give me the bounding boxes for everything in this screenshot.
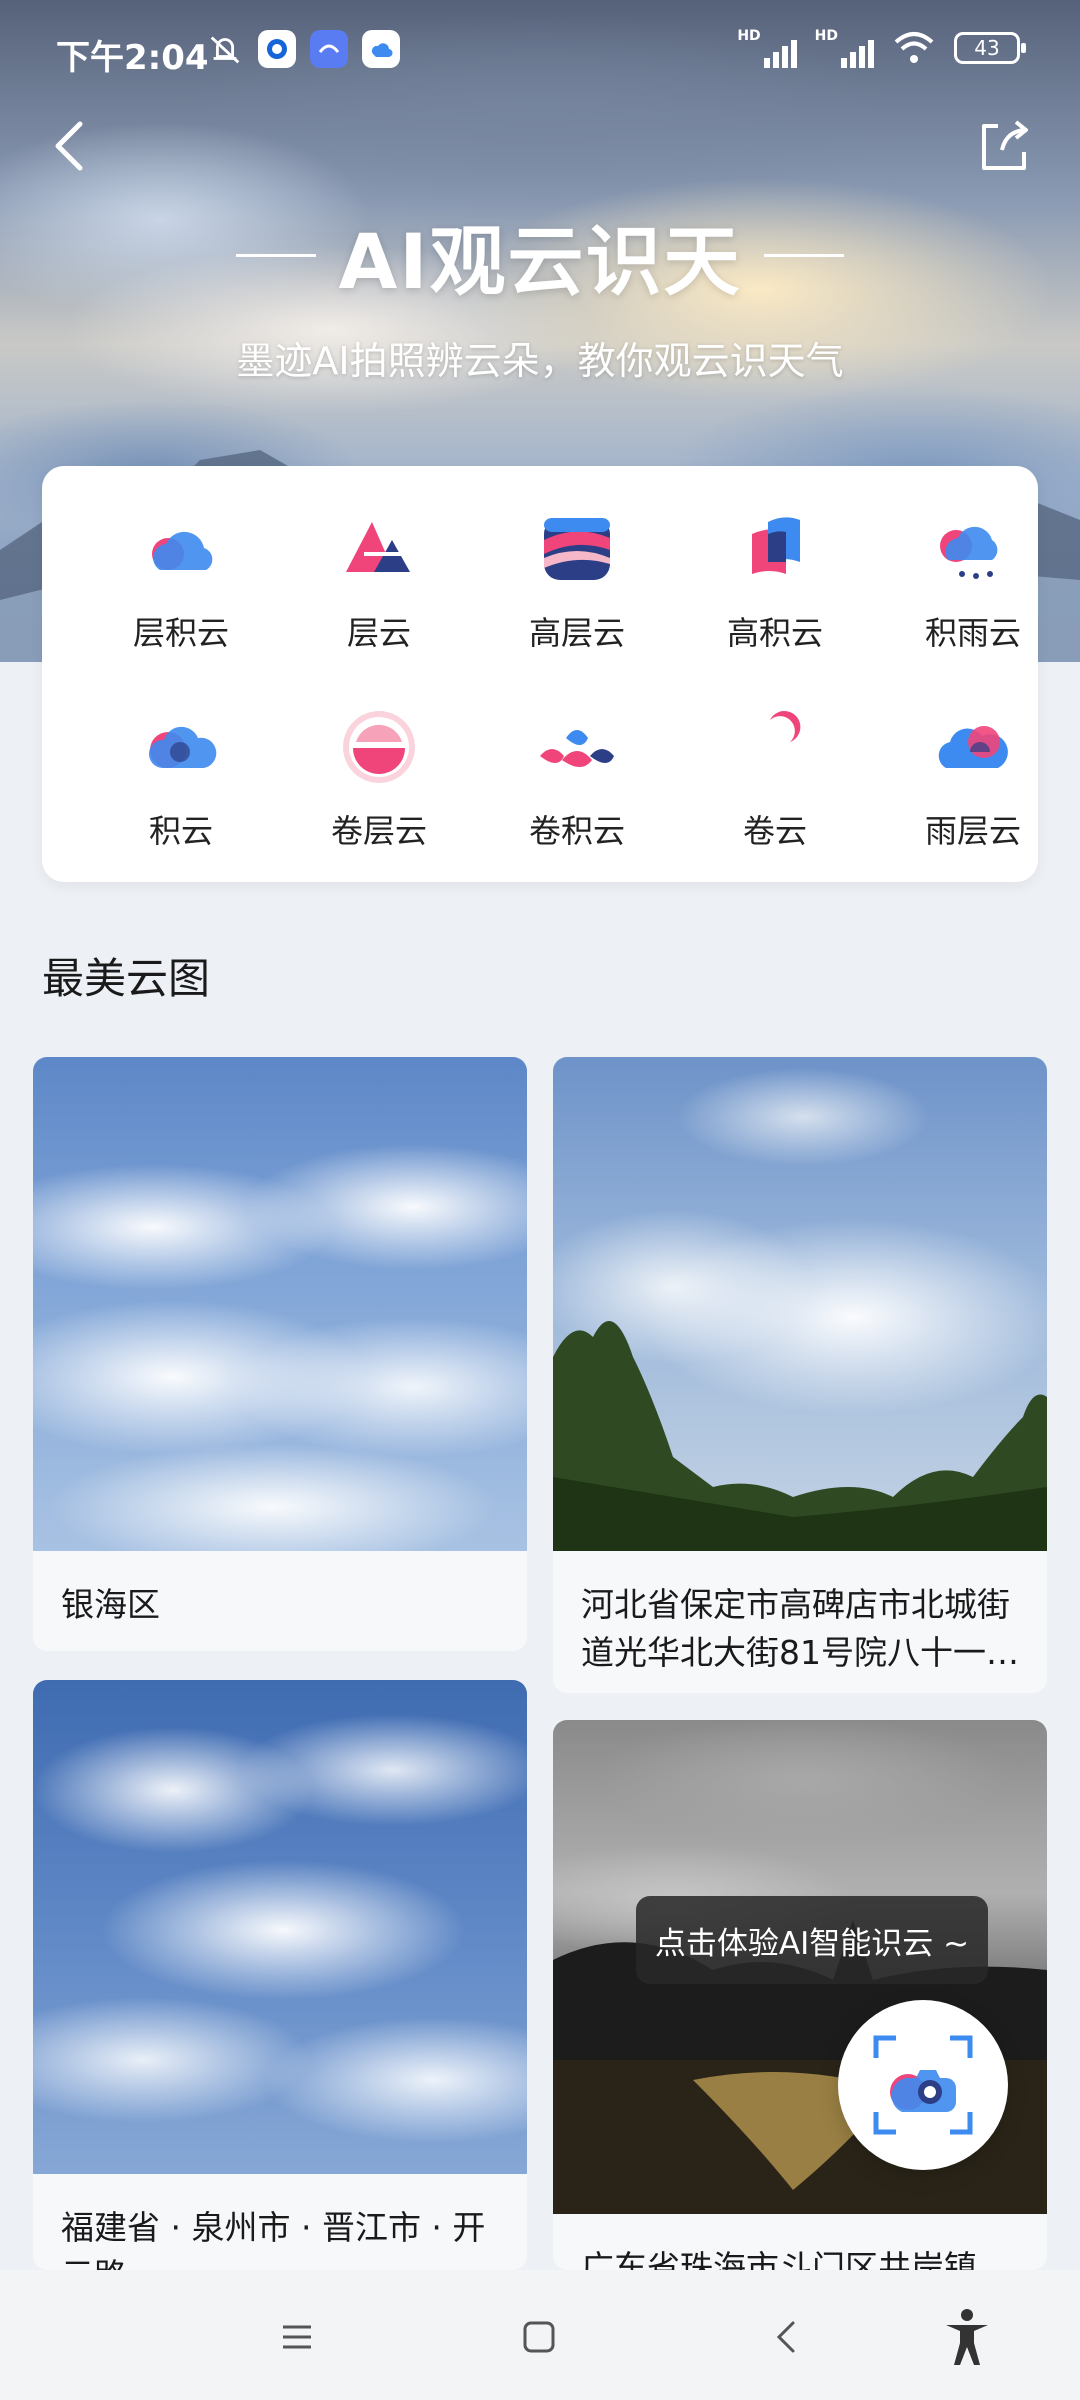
app-notification-icon	[258, 30, 296, 68]
camera-scan-icon	[873, 2035, 973, 2135]
stratus-icon	[346, 522, 410, 572]
photo-card[interactable]: 福建省 · 泉州市 · 晋江市 · 开元路	[33, 1680, 527, 2270]
title-divider	[236, 253, 317, 257]
cloud-photo	[553, 1057, 1047, 1551]
ai-camera-button[interactable]	[838, 2000, 1008, 2170]
cirrostratus-icon	[343, 711, 415, 783]
stratocumulus-icon	[152, 531, 213, 570]
menu-icon	[283, 2325, 311, 2349]
signal-icon: HD	[815, 28, 874, 68]
wifi-icon	[894, 32, 934, 63]
nimbostratus-icon	[938, 726, 1008, 768]
home-square-icon	[523, 2321, 555, 2353]
photo-caption: 福建省 · 泉州市 · 晋江市 · 开元路	[61, 2208, 486, 2270]
title-divider	[763, 253, 844, 257]
cloud-photo	[33, 1680, 527, 2174]
system-nav-bar	[0, 2270, 1080, 2400]
status-time: 下午2:04	[56, 38, 209, 78]
menu-button[interactable]	[262, 2302, 332, 2372]
page-title: AI观云识天	[0, 200, 1080, 310]
share-icon	[982, 120, 1028, 170]
accessibility-button[interactable]	[932, 2302, 1002, 2372]
gallery-title: 最美云图	[42, 954, 211, 1003]
cloud-type-cumulonimbus[interactable]: 积雨云	[888, 504, 1058, 674]
cumulus-icon	[148, 726, 217, 768]
cloud-type-cumulus[interactable]: 积云	[96, 702, 266, 872]
signal-icon: HD	[737, 28, 797, 68]
photo-card[interactable]: 银海区	[33, 1057, 527, 1651]
page-title-text: AI观云识天	[338, 217, 742, 306]
share-button[interactable]	[968, 110, 1040, 182]
battery-icon: 43	[954, 32, 1026, 64]
home-button[interactable]	[504, 2302, 574, 2372]
cloud-type-nimbostratus[interactable]: 雨层云	[888, 702, 1058, 872]
cirrus-icon	[754, 711, 808, 770]
altostratus-icon	[544, 518, 610, 580]
photo-caption: 广东省珠海市斗门区井岸镇	[581, 2248, 977, 2270]
cloud-type-cirrocumulus[interactable]: 卷积云	[492, 702, 662, 872]
cirrocumulus-icon	[540, 730, 614, 767]
app-notification-icon	[310, 30, 348, 68]
cloud-type-altocumulus[interactable]: 高积云	[690, 504, 860, 674]
cloud-type-cirrus[interactable]: 卷云	[690, 702, 860, 872]
weather-app-icon	[362, 30, 400, 68]
cloud-type-stratocumulus[interactable]: 层积云	[96, 504, 266, 674]
photo-caption: 河北省保定市高碑店市北城街道光华北大街81号院八十一…	[581, 1585, 1019, 1672]
photo-card[interactable]: 河北省保定市高碑店市北城街道光华北大街81号院八十一…	[553, 1057, 1047, 1693]
back-button[interactable]	[36, 110, 108, 182]
cloud-type-altostratus[interactable]: 高层云	[492, 504, 662, 674]
altocumulus-icon	[752, 517, 800, 574]
accessibility-icon	[946, 2309, 988, 2365]
nav-back-button[interactable]	[752, 2302, 822, 2372]
mute-bell-icon	[206, 30, 244, 68]
cumulonimbus-icon	[940, 526, 998, 579]
photo-caption: 银海区	[61, 1585, 160, 1624]
chevron-left-icon	[776, 2321, 795, 2353]
photo-card[interactable]: 广东省珠海市斗门区井岸镇	[553, 1720, 1047, 2270]
cloud-type-stratus[interactable]: 层云	[294, 504, 464, 674]
cloud-types-card: 层积云 层云 高层云 高积云 积雨云 积云 卷层云 卷积云 卷云 雨层云	[42, 466, 1038, 882]
status-bar: 下午2:04 HD HD 43	[0, 0, 1080, 104]
ai-recognize-tooltip[interactable]: 点击体验AI智能识云 ~	[636, 1896, 988, 1984]
chevron-left-icon	[55, 121, 83, 171]
page-subtitle: 墨迹AI拍照辨云朵，教你观云识天气	[236, 339, 844, 383]
cloud-photo	[33, 1057, 527, 1551]
cloud-type-cirrostratus[interactable]: 卷层云	[294, 702, 464, 872]
